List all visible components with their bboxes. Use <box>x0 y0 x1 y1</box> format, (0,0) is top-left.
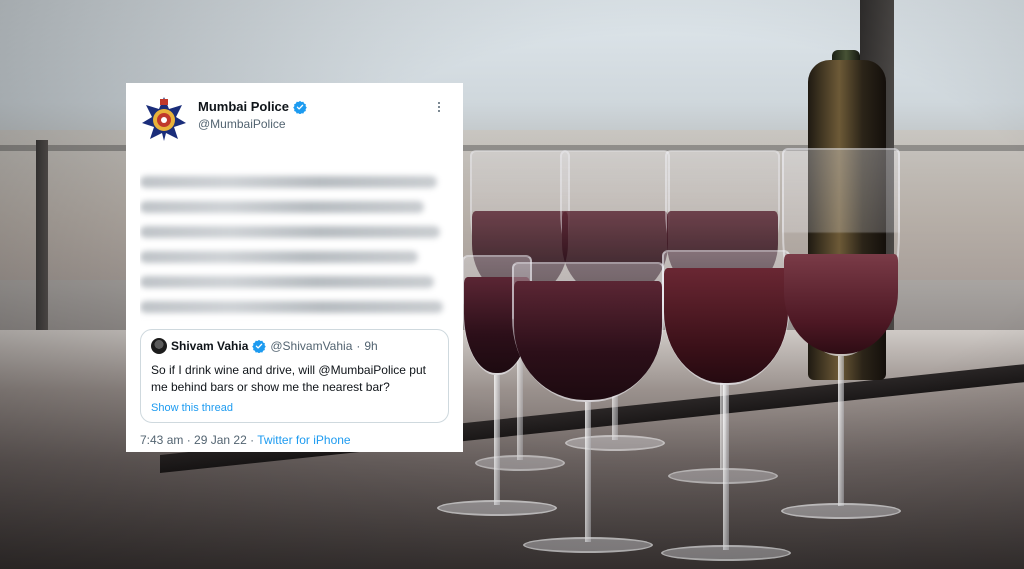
quoted-tweet[interactable]: Shivam Vahia @ShivamVahia · 9h So if I d… <box>140 329 449 423</box>
avatar[interactable] <box>151 338 167 354</box>
verified-badge-icon <box>252 339 267 353</box>
tweet-time[interactable]: 7:43 am <box>140 433 183 447</box>
separator-dot: · <box>250 433 255 447</box>
more-options-icon[interactable] <box>429 97 449 117</box>
wine-glass <box>661 250 791 561</box>
verified-badge-icon <box>293 100 307 114</box>
separator-dot: · <box>186 433 191 447</box>
quoted-author-name[interactable]: Shivam Vahia <box>171 339 248 353</box>
tweet-date[interactable]: 29 Jan 22 <box>194 433 247 447</box>
tweet-source-link[interactable]: Twitter for iPhone <box>257 433 350 447</box>
wine-glass <box>781 148 901 519</box>
background-post <box>36 140 48 340</box>
blurred-tweet-text <box>140 163 449 321</box>
separator-dot: · <box>356 339 361 353</box>
author-handle[interactable]: @MumbaiPolice <box>198 117 307 131</box>
tweet-card: Mumbai Police @MumbaiPolice Shivam Vahia <box>126 83 463 452</box>
mumbai-police-emblem-icon[interactable] <box>140 95 188 143</box>
show-thread-link[interactable]: Show this thread <box>151 402 233 414</box>
quoted-author-handle[interactable]: @ShivamVahia <box>270 339 352 353</box>
tweet-header: Mumbai Police @MumbaiPolice <box>140 97 449 143</box>
author-name[interactable]: Mumbai Police <box>198 99 289 114</box>
quoted-tweet-text: So if I drink wine and drive, will @Mumb… <box>151 363 426 394</box>
wine-glass <box>512 262 664 553</box>
tweet-meta: 7:43 am · 29 Jan 22 · Twitter for iPhone <box>140 433 449 447</box>
quoted-tweet-header: Shivam Vahia @ShivamVahia · 9h <box>151 338 438 354</box>
quoted-tweet-age: 9h <box>364 339 378 353</box>
tweet-author: Mumbai Police @MumbaiPolice <box>198 97 307 131</box>
